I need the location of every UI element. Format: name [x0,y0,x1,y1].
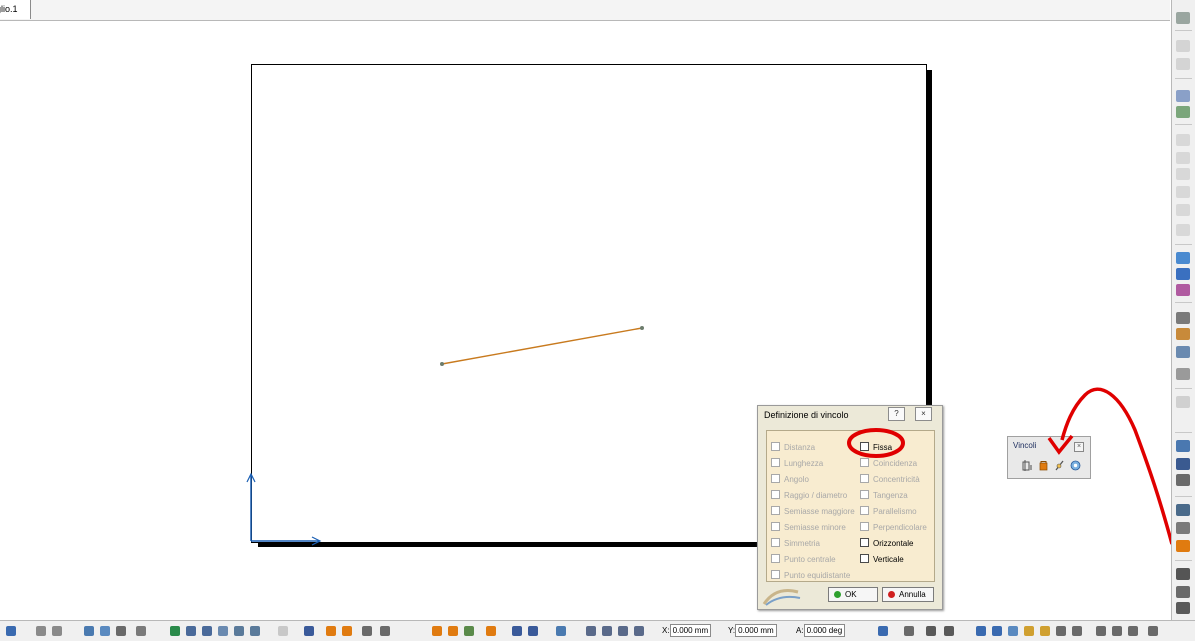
circle-icon[interactable] [1176,284,1190,296]
snap-icon[interactable] [326,626,336,636]
profile-icon[interactable] [1176,252,1190,264]
style-icon[interactable] [904,626,914,636]
toolbar-separator [1175,432,1192,433]
fit-all-icon[interactable] [100,626,110,636]
bottom-toolbar: X: 0.000 mm Y: 0.000 mm A: 0.000 deg [0,620,1195,641]
x-coordinate: X: 0.000 mm [662,624,712,638]
thread-line-icon[interactable] [1128,626,1138,636]
arrow-annotation [1060,387,1174,545]
select-icon[interactable] [1176,90,1190,102]
toolbar-separator [1175,124,1192,125]
hatch-icon[interactable] [1072,626,1082,636]
normal-view-icon[interactable] [218,626,228,636]
cut-part-icon[interactable] [528,626,538,636]
measure-icon[interactable] [486,626,496,636]
toolbar-separator [1175,78,1192,79]
arrow-head-annotation [1047,434,1074,455]
axis-icon[interactable] [1176,440,1190,452]
a-coordinate: A: 0.000 deg [796,624,846,638]
construction-icon[interactable] [342,626,352,636]
balloon-line-icon[interactable] [1148,626,1158,636]
toolbar-separator [1175,244,1192,245]
fix-constraint-icon[interactable] [1176,540,1190,552]
angle-icon[interactable] [1176,522,1190,534]
disabled-icon [1176,224,1190,236]
pen-icon[interactable] [1024,626,1034,636]
arc-icon[interactable] [1176,504,1190,516]
text-icon[interactable] [1176,368,1190,380]
y-coordinate-field[interactable]: 0.000 mm [735,624,777,637]
balloon-icon[interactable] [1176,328,1190,340]
toolbar-separator [1175,30,1192,31]
toolbar-separator [1175,302,1192,303]
y-coordinate: Y: 0.000 mm [728,624,777,638]
curve-icon[interactable] [992,626,1002,636]
visualization-icon[interactable] [448,626,458,636]
disabled-icon [1176,152,1190,164]
apply-material-icon[interactable] [556,626,566,636]
zoom-out-icon[interactable] [202,626,212,636]
undo-icon[interactable] [36,626,46,636]
disabled-icon [1176,134,1190,146]
zoom-in-icon[interactable] [186,626,196,636]
disabled-icon [1176,168,1190,180]
center-line-icon[interactable] [1096,626,1106,636]
auto-dimension-icon[interactable] [634,626,644,636]
rotate-icon[interactable] [136,626,146,636]
spline-icon[interactable] [1008,626,1018,636]
zoom-icon[interactable] [170,626,180,636]
disabled-icon [1176,186,1190,198]
roughness-icon[interactable] [1176,586,1190,598]
toolbar-separator [1175,496,1192,497]
text-frame-icon[interactable] [926,626,936,636]
geometry-constraint-icon[interactable] [362,626,372,636]
highlight-circle-annotation [847,428,905,458]
layer-icon[interactable] [878,626,888,636]
disabled-icon [278,626,288,636]
analysis-icon[interactable] [432,626,442,636]
dimensional-constraint-icon[interactable] [380,626,390,636]
line-icon[interactable] [976,626,986,636]
disabled-icon [1176,58,1190,70]
grid-snap-icon[interactable] [618,626,628,636]
right-toolbar [1171,0,1195,620]
axis-line-icon[interactable] [1112,626,1122,636]
grid-icon[interactable] [304,626,314,636]
disabled-icon [1176,204,1190,216]
point-snap-icon[interactable] [602,626,612,636]
table-icon[interactable] [1176,602,1190,614]
disabled-icon [1176,396,1190,408]
arrow-icon[interactable] [944,626,954,636]
swap-visible-space-icon[interactable] [512,626,522,636]
x-coordinate-field[interactable]: 0.000 mm [669,624,712,637]
fly-icon[interactable] [84,626,94,636]
hide-show-icon[interactable] [250,626,260,636]
dimension-snap-icon[interactable] [586,626,596,636]
a-coordinate-field[interactable]: 0.000 deg [803,624,846,637]
toolbar-separator [1175,560,1192,561]
text-t-icon[interactable] [1176,568,1190,580]
cut-icon[interactable] [1176,346,1190,358]
sketcher-exit-icon[interactable] [1176,12,1190,24]
pan-icon[interactable] [116,626,126,636]
thread-icon[interactable] [1176,458,1190,470]
brush-icon[interactable] [1040,626,1050,636]
sketch-solving-icon[interactable] [464,626,474,636]
swap-icon[interactable] [1176,106,1190,118]
toolbar-separator [1175,388,1192,389]
disabled-icon [1176,40,1190,52]
close-doc-icon[interactable] [6,626,16,636]
rectangle-icon[interactable] [1176,268,1190,280]
view-mode-icon[interactable] [234,626,244,636]
redo-icon[interactable] [52,626,62,636]
dimension-icon[interactable] [1176,312,1190,324]
cursor-icon[interactable] [1056,626,1066,636]
annotation-overlay [847,387,1174,545]
symmetry-icon[interactable] [1176,474,1190,486]
